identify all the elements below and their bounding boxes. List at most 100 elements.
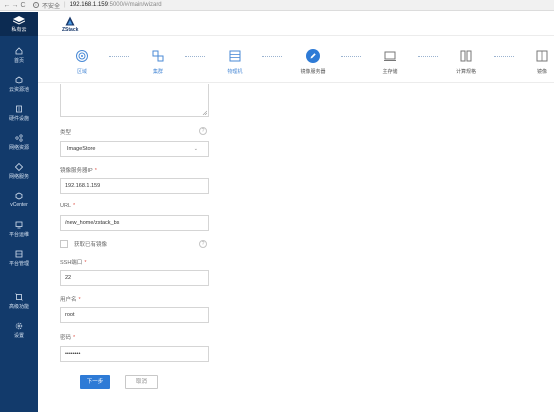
sidebar-item-label: 平台运维 [8, 231, 29, 238]
wizard-step-zone[interactable]: 区域 [60, 49, 104, 75]
address-separator: | [64, 2, 66, 8]
wizard-step-label: 物理机 [227, 69, 243, 75]
gear-icon [15, 322, 23, 329]
sidebar-item-ops[interactable]: 平台运维 [0, 219, 38, 239]
building-icon [16, 105, 22, 112]
wizard-step-backup-storage[interactable]: 镜像服务器 [291, 49, 335, 75]
info-icon: i [33, 2, 39, 8]
ssh-port-input[interactable]: 22 [60, 270, 209, 286]
username-input[interactable]: root [60, 307, 209, 323]
wizard-step-label: 镜像服务器 [300, 69, 326, 75]
sidebar-brand[interactable]: 私有云 [0, 12, 38, 36]
wizard-step-host[interactable]: 物理机 [213, 49, 257, 75]
compute-icon [460, 50, 472, 62]
sidebar-item-label: 网络服务 [8, 173, 29, 180]
logo-text: ZStack [62, 27, 79, 33]
required-mark: * [73, 335, 76, 341]
username-label-text: 用户名 [60, 297, 77, 303]
sidebar-item-cloud[interactable]: 云资源池 [0, 74, 38, 94]
ssh-label-text: SSH端口 [60, 260, 83, 266]
sidebar-item-vcenter[interactable]: vCenter [0, 190, 38, 210]
target-icon [76, 50, 88, 62]
sidebar-item-label: 设置 [13, 332, 24, 339]
sidebar-item-label: 平台管理 [8, 260, 29, 267]
cloud-icon [15, 76, 23, 83]
brand-label: 私有云 [11, 26, 27, 33]
reload-button[interactable]: C [19, 1, 27, 10]
fetch-help-icon[interactable]: ? [199, 240, 207, 248]
next-button[interactable]: 下一步 [80, 375, 110, 389]
sidebar-item-network-service[interactable]: 网络服务 [0, 161, 38, 181]
description-textarea[interactable] [60, 84, 209, 117]
manage-icon [15, 250, 23, 257]
edit-icon [310, 53, 316, 59]
password-label: 密码 * [60, 333, 75, 341]
forward-button[interactable]: → [11, 1, 19, 10]
ip-label-text: 镜像服务器IP [60, 168, 93, 174]
step-connector [418, 56, 438, 57]
wizard-step-label: 区域 [76, 69, 87, 75]
sidebar-item-manage[interactable]: 平台管理 [0, 248, 38, 268]
sidebar-item-network[interactable]: 网络资源 [0, 132, 38, 152]
wizard-step-instance-offering[interactable]: 计算规格 [444, 49, 488, 75]
wizard-step-label: 镜像 [536, 69, 547, 75]
home-icon [15, 46, 23, 54]
back-button[interactable]: ← [3, 1, 11, 10]
cluster-icon [152, 50, 164, 62]
disk-icon [384, 51, 396, 61]
sidebar-item-hardware[interactable]: 硬件设施 [0, 103, 38, 123]
url-path: :5000/#/main/wizard [107, 2, 162, 8]
cancel-button[interactable]: 取消 [125, 375, 158, 389]
top-header: ZStack [38, 12, 554, 36]
sidebar-item-label: 首页 [13, 57, 24, 64]
chevron-down-icon: ⌄ [193, 146, 198, 152]
type-select-value: ImageStore [67, 146, 96, 152]
monitor-icon [15, 221, 23, 228]
password-label-text: 密码 [60, 335, 72, 341]
wizard-step-label: 计算规格 [455, 69, 476, 75]
sidebar-item-label: 云资源池 [8, 86, 29, 93]
type-select[interactable]: ImageStore ⌄ [60, 141, 209, 157]
sidebar-item-label: 高级功能 [8, 303, 29, 310]
address-bar[interactable]: i 不安全 | 192.168.1.159 :5000/#/main/wizar… [33, 1, 162, 10]
security-label: 不安全 [42, 3, 61, 10]
step-connector [262, 56, 282, 57]
ip-input[interactable]: 192.168.1.159 [60, 178, 209, 194]
url-label: URL * [60, 203, 75, 209]
fetch-images-checkbox[interactable] [60, 240, 68, 248]
sidebar-item-settings[interactable]: 设置 [0, 320, 38, 340]
layers-icon [13, 15, 25, 25]
browser-toolbar: ← → C i 不安全 | 192.168.1.159 :5000/#/main… [0, 0, 554, 11]
required-mark: * [94, 168, 97, 174]
sidebar-item-label: 硬件设施 [8, 115, 29, 122]
advanced-icon [15, 292, 23, 301]
required-mark: * [73, 203, 76, 209]
url-host: 192.168.1.159 [69, 2, 108, 8]
wizard-step-image[interactable]: 镜像 [520, 49, 554, 75]
vcenter-icon [15, 192, 23, 200]
sidebar-item-label: 网络资源 [8, 144, 29, 151]
fetch-images-row: 获取已有镜像 [60, 240, 107, 248]
wizard-step-primary-storage[interactable]: 主存储 [368, 49, 412, 75]
zstack-logo-icon [65, 16, 75, 26]
required-mark: * [84, 260, 87, 266]
sidebar-item-home[interactable]: 首页 [0, 45, 38, 65]
type-label: 类型 [60, 130, 72, 136]
step-connector [185, 56, 205, 57]
zstack-logo[interactable]: ZStack [62, 16, 78, 33]
sidebar: 私有云 首页 云资源池 硬件设施 网络资源 网络服务 vCenter 平台运维 … [0, 12, 38, 412]
resize-grip-icon [202, 110, 207, 115]
url-label-text: URL [60, 203, 72, 209]
wizard-step-cluster[interactable]: 集群 [136, 49, 180, 75]
password-input[interactable]: •••••••• [60, 346, 209, 362]
ssh-label: SSH端口 * [60, 258, 86, 266]
active-step-marker [306, 49, 320, 63]
step-connector [494, 56, 514, 57]
url-input[interactable]: /new_home/zstack_bs [60, 215, 209, 231]
wizard-step-label: 主存储 [382, 69, 398, 75]
type-help-icon[interactable]: ? [199, 127, 207, 135]
sidebar-item-advanced[interactable]: 高级功能 [0, 291, 38, 311]
sidebar-item-label: vCenter [10, 202, 28, 208]
wizard-steps: 区域 集群 物理机 镜像服务器 主存储 计算规格 镜像 [38, 37, 554, 83]
wizard-step-label: 集群 [152, 69, 163, 75]
